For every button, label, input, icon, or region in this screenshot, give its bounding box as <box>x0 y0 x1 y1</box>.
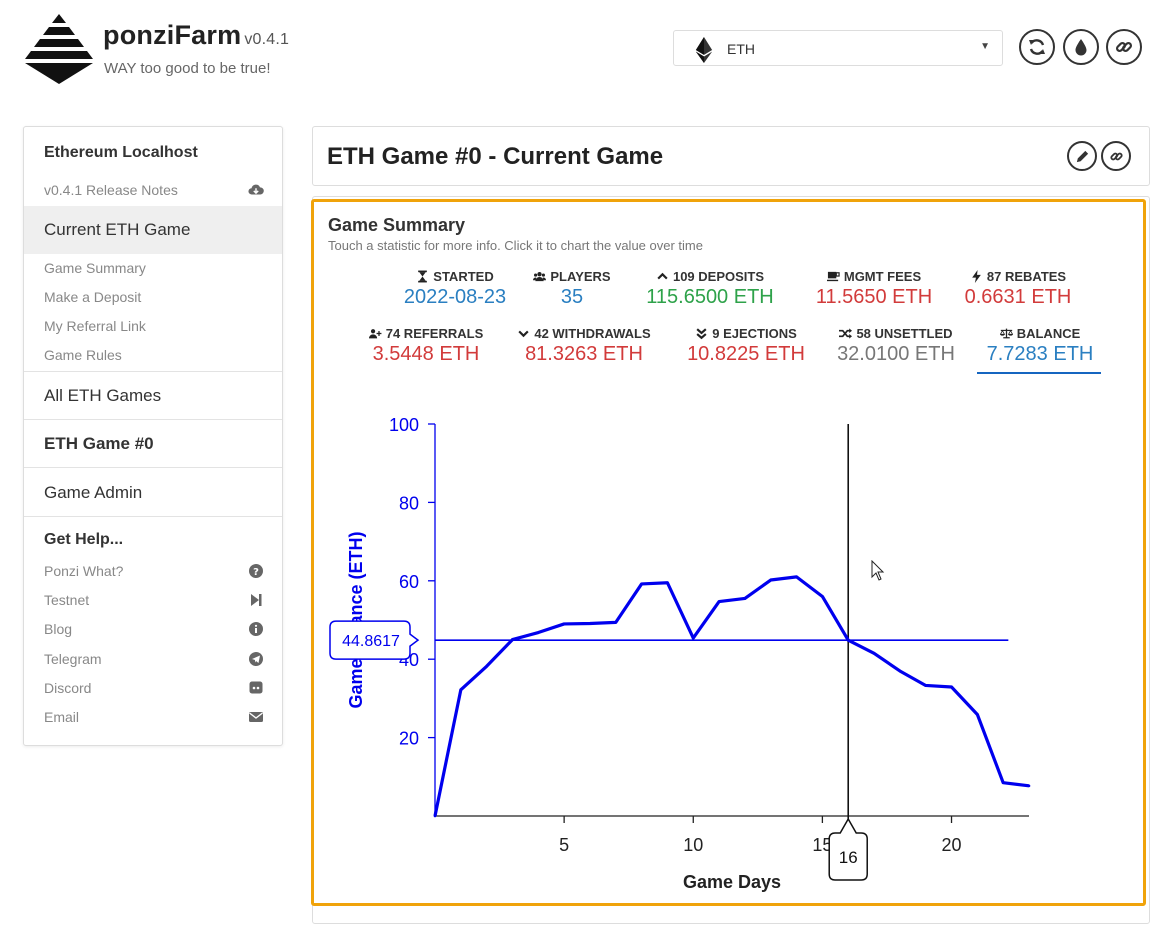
ponzifarm-logo-icon <box>25 14 93 84</box>
network-select-value: ETH <box>727 41 755 57</box>
step-forward-icon[interactable] <box>248 592 264 608</box>
help-item-email[interactable]: Email <box>44 709 79 725</box>
sidebar-item-game-rules[interactable]: Game Rules <box>44 347 122 363</box>
pencil-icon <box>1076 150 1088 162</box>
sidebar: Ethereum Localhost v0.4.1 Release Notes … <box>23 126 283 746</box>
refresh-button[interactable] <box>1019 29 1055 65</box>
telegram-icon[interactable] <box>248 651 264 667</box>
x-tick-label: 5 <box>559 835 569 855</box>
y-tick-label: 80 <box>399 493 419 513</box>
sidebar-item-current-eth-game[interactable]: Current ETH Game <box>44 220 190 240</box>
x-axis-label: Game Days <box>683 872 781 892</box>
y-tick-label: 60 <box>399 572 419 592</box>
cloud-download-icon[interactable] <box>248 182 264 198</box>
sidebar-item-referral-link[interactable]: My Referral Link <box>44 318 146 334</box>
balance-data-point <box>717 600 721 603</box>
balance-series-line <box>433 575 1030 817</box>
balance-data-point <box>511 638 514 641</box>
share-link-button[interactable] <box>1101 141 1131 171</box>
x-tick-label: 10 <box>683 835 703 855</box>
help-item-discord[interactable]: Discord <box>44 680 91 696</box>
balance-data-point <box>769 578 773 582</box>
link-button[interactable] <box>1106 29 1142 65</box>
balance-data-point <box>924 684 927 687</box>
help-item-blog[interactable]: Blog <box>44 621 72 637</box>
y-tick-label: 100 <box>389 415 419 435</box>
refresh-icon <box>1029 39 1045 55</box>
balance-data-point <box>1001 781 1005 784</box>
divider <box>24 467 282 468</box>
release-notes-link[interactable]: v0.4.1 Release Notes <box>44 182 178 198</box>
sidebar-item-game-admin[interactable]: Game Admin <box>44 483 142 503</box>
balance-data-point <box>640 582 643 586</box>
sidebar-item-make-deposit[interactable]: Make a Deposit <box>44 289 141 305</box>
balance-data-point <box>976 713 979 716</box>
link-icon <box>1109 152 1123 160</box>
balance-data-point <box>433 814 437 818</box>
sidebar-network-title: Ethereum Localhost <box>44 144 198 161</box>
help-item-telegram[interactable]: Telegram <box>44 651 102 667</box>
faucet-button[interactable] <box>1063 29 1099 65</box>
balance-data-point <box>537 631 540 634</box>
balance-chart[interactable]: 204060801005 10 15 20Game DaysGame Balance … <box>314 202 1143 903</box>
help-item-testnet[interactable]: Testnet <box>44 592 89 608</box>
balance-data-point <box>691 636 695 640</box>
balance-data-point <box>821 595 824 598</box>
link-icon <box>1115 41 1133 53</box>
divider <box>24 419 282 420</box>
balance-data-point <box>485 664 488 668</box>
y-axis-label: Game Balance (ETH) <box>346 531 366 708</box>
app-name: ponziFarm v0.4.1 <box>103 20 290 50</box>
game-summary-panel: Game Summary Touch a statistic for more … <box>311 199 1146 906</box>
balance-data-point <box>846 638 850 642</box>
edit-button[interactable] <box>1067 141 1097 171</box>
divider <box>24 516 282 517</box>
droplet-icon <box>1075 39 1087 56</box>
sidebar-item-game-summary[interactable]: Game Summary <box>44 260 146 276</box>
title-panel: ETH Game #0 - Current Game <box>312 126 1150 186</box>
balance-data-point <box>1027 784 1031 788</box>
balance-data-point <box>950 685 953 689</box>
x-tick-label: 20 <box>942 835 962 855</box>
sidebar-item-eth-game-0[interactable]: ETH Game #0 <box>44 434 154 454</box>
question-circle-icon[interactable]: ? <box>248 563 264 579</box>
ethereum-icon <box>695 37 713 63</box>
network-select[interactable]: ETH ▼ <box>673 30 1003 66</box>
app-tagline: WAY too good to be true! <box>104 60 271 77</box>
balance-data-point <box>743 597 747 600</box>
app-version: v0.4.1 <box>244 31 290 48</box>
caret-down-icon: ▼ <box>980 41 990 52</box>
balance-data-point <box>614 621 618 624</box>
balance-data-point <box>562 622 566 626</box>
balance-data-point <box>588 622 592 625</box>
info-circle-icon[interactable] <box>248 621 264 637</box>
y-crosshair-value: 44.8617 <box>342 633 400 650</box>
discord-icon[interactable] <box>248 680 264 696</box>
mouse-cursor-icon <box>871 560 885 581</box>
page-title: ETH Game #0 - Current Game <box>327 143 664 170</box>
balance-data-point <box>666 581 669 585</box>
svg-text:?: ? <box>253 567 259 578</box>
sidebar-help-title: Get Help... <box>44 531 124 548</box>
balance-data-point <box>795 575 798 579</box>
y-tick-label: 20 <box>399 729 419 749</box>
x-crosshair-value: 16 <box>839 848 858 867</box>
help-item-ponzi-what[interactable]: Ponzi What? <box>44 563 123 579</box>
balance-data-point <box>872 652 876 655</box>
envelope-icon[interactable] <box>248 709 264 725</box>
balance-data-point <box>459 688 463 692</box>
divider <box>24 371 282 372</box>
sidebar-item-all-eth-games[interactable]: All ETH Games <box>44 386 161 406</box>
balance-data-point <box>898 669 902 673</box>
